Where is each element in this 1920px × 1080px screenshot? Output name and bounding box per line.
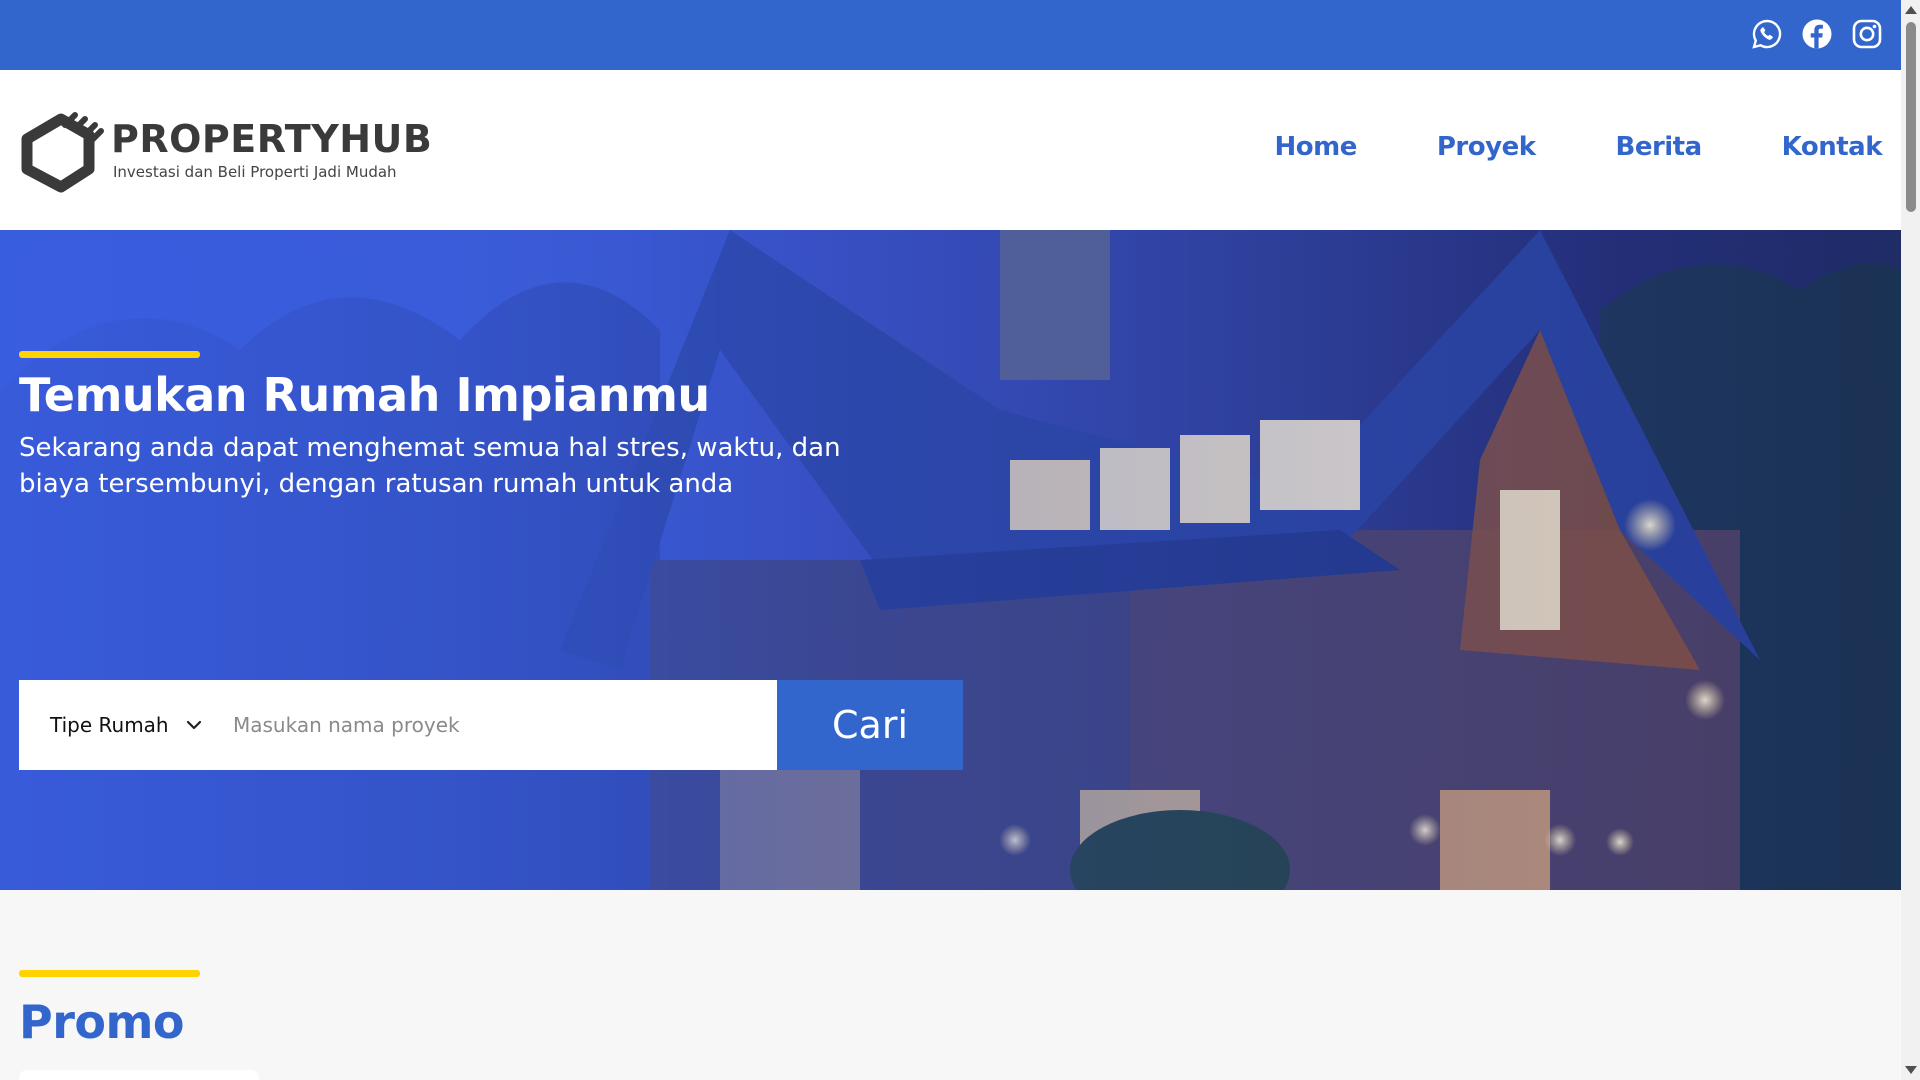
main-nav: Home Proyek Berita Kontak <box>1275 132 1883 162</box>
nav-berita[interactable]: Berita <box>1616 132 1703 162</box>
scrollbar-thumb[interactable] <box>1906 22 1916 212</box>
social-links <box>1751 18 1883 50</box>
house-logo-icon <box>21 112 104 193</box>
search-box: Tipe Rumah <box>19 680 777 770</box>
logo[interactable]: PROPERTYHUB Investasi dan Beli Properti … <box>19 107 432 193</box>
whatsapp-icon[interactable] <box>1751 18 1783 50</box>
logo-name: PROPERTYHUB <box>111 117 433 161</box>
house-type-label: Tipe Rumah <box>50 713 169 737</box>
logo-tagline: Investasi dan Beli Properti Jadi Mudah <box>113 163 397 181</box>
chevron-down-icon <box>186 720 201 730</box>
search-button[interactable]: Cari <box>777 680 963 770</box>
promo-title: Promo <box>19 995 185 1049</box>
instagram-icon[interactable] <box>1851 18 1883 50</box>
nav-kontak[interactable]: Kontak <box>1782 132 1883 162</box>
top-bar <box>0 0 1901 70</box>
vertical-scrollbar[interactable] <box>1901 0 1920 1080</box>
scroll-down-icon[interactable] <box>1905 1066 1917 1074</box>
site-header: PROPERTYHUB Investasi dan Beli Properti … <box>0 70 1901 230</box>
facebook-icon[interactable] <box>1801 18 1833 50</box>
page: PROPERTYHUB Investasi dan Beli Properti … <box>0 0 1901 1080</box>
hero-section: Temukan Rumah Impianmu Sekarang anda dap… <box>0 230 1901 890</box>
promo-accent-bar <box>19 970 200 977</box>
house-background-image <box>0 230 1901 890</box>
promo-card[interactable] <box>19 1070 259 1080</box>
scroll-up-icon[interactable] <box>1905 6 1917 14</box>
search-bar: Tipe Rumah Cari <box>19 680 963 770</box>
nav-home[interactable]: Home <box>1275 132 1358 162</box>
nav-proyek[interactable]: Proyek <box>1437 132 1536 162</box>
house-type-select[interactable]: Tipe Rumah <box>19 680 219 770</box>
hero-accent-bar <box>19 351 200 358</box>
hero-title: Temukan Rumah Impianmu <box>19 368 710 422</box>
project-search-input[interactable] <box>219 695 749 755</box>
hero-subtitle: Sekarang anda dapat menghemat semua hal … <box>19 433 841 499</box>
